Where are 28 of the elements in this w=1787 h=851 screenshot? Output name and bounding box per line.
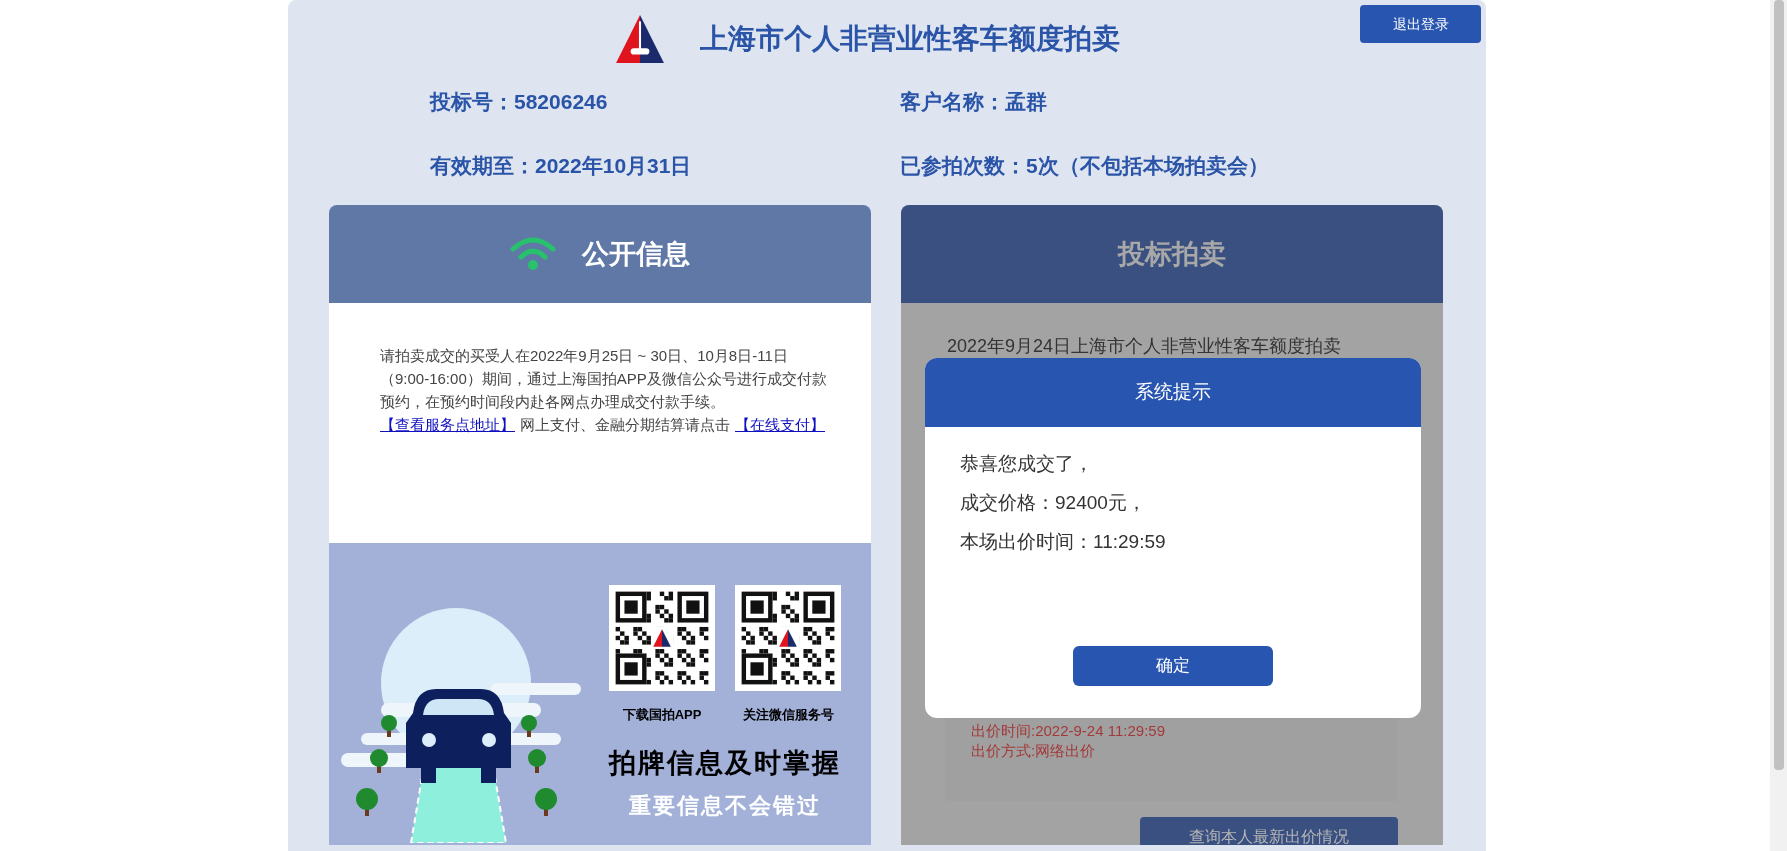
dialog-message: 恭喜您成交了， bbox=[960, 452, 1094, 476]
panel-title: 投标拍卖 bbox=[1118, 237, 1226, 271]
qr-caption: 关注微信服务号 bbox=[742, 706, 834, 724]
logo-icon bbox=[614, 13, 666, 65]
confirm-button[interactable]: 确定 bbox=[1073, 646, 1273, 686]
promo-headline: 拍牌信息及时掌握 bbox=[609, 746, 841, 780]
dialog-message: 本场出价时间：11:29:59 bbox=[960, 530, 1167, 554]
account-info: 已参拍次数：5次（不包括本场拍卖会） bbox=[900, 152, 1270, 179]
promo-subline: 重要信息不会错过 bbox=[629, 792, 821, 820]
wifi-icon bbox=[510, 237, 556, 271]
bid-detail: 出价方式:网络出价 bbox=[971, 741, 1097, 761]
account-info: 客户名称：孟群 bbox=[900, 89, 1048, 115]
dialog-message: 成交价格：92400元， bbox=[960, 491, 1147, 515]
dialog-title: 系统提示 bbox=[1135, 380, 1211, 405]
panel-title: 公开信息 bbox=[582, 237, 690, 271]
account-info: 投标号：58206246 bbox=[430, 89, 609, 115]
link[interactable]: 【在线支付】 bbox=[735, 413, 825, 436]
auction-title: 2022年9月24日上海市个人非营业性客车额度拍卖 bbox=[947, 335, 1343, 358]
scrollbar[interactable] bbox=[1770, 0, 1787, 851]
qr-caption: 下载国拍APP bbox=[622, 706, 702, 724]
query-bid-button[interactable]: 查询本人最新出价情况 bbox=[1140, 817, 1398, 845]
link[interactable]: 【查看服务点地址】 bbox=[380, 413, 515, 436]
payment-hint: 网上支付、金融分期结算请点击 bbox=[520, 415, 730, 435]
logout-button[interactable]: 退出登录 bbox=[1360, 5, 1481, 43]
bid-detail: 出价时间:2022-9-24 11:29:59 bbox=[971, 721, 1166, 741]
site-title: 上海市个人非营业性客车额度拍卖 bbox=[700, 22, 1120, 56]
account-info: 有效期至：2022年10月31日 bbox=[430, 152, 693, 179]
notice-text: 请拍卖成交的买受人在2022年9月25日 ~ 30日、10月8日-11日（9:00-16:00）期间，通过上海国拍APP及微信公众号进行成交付款预约，在预约时间段内赴各网点办理成交付款手续。 bbox=[380, 346, 828, 412]
